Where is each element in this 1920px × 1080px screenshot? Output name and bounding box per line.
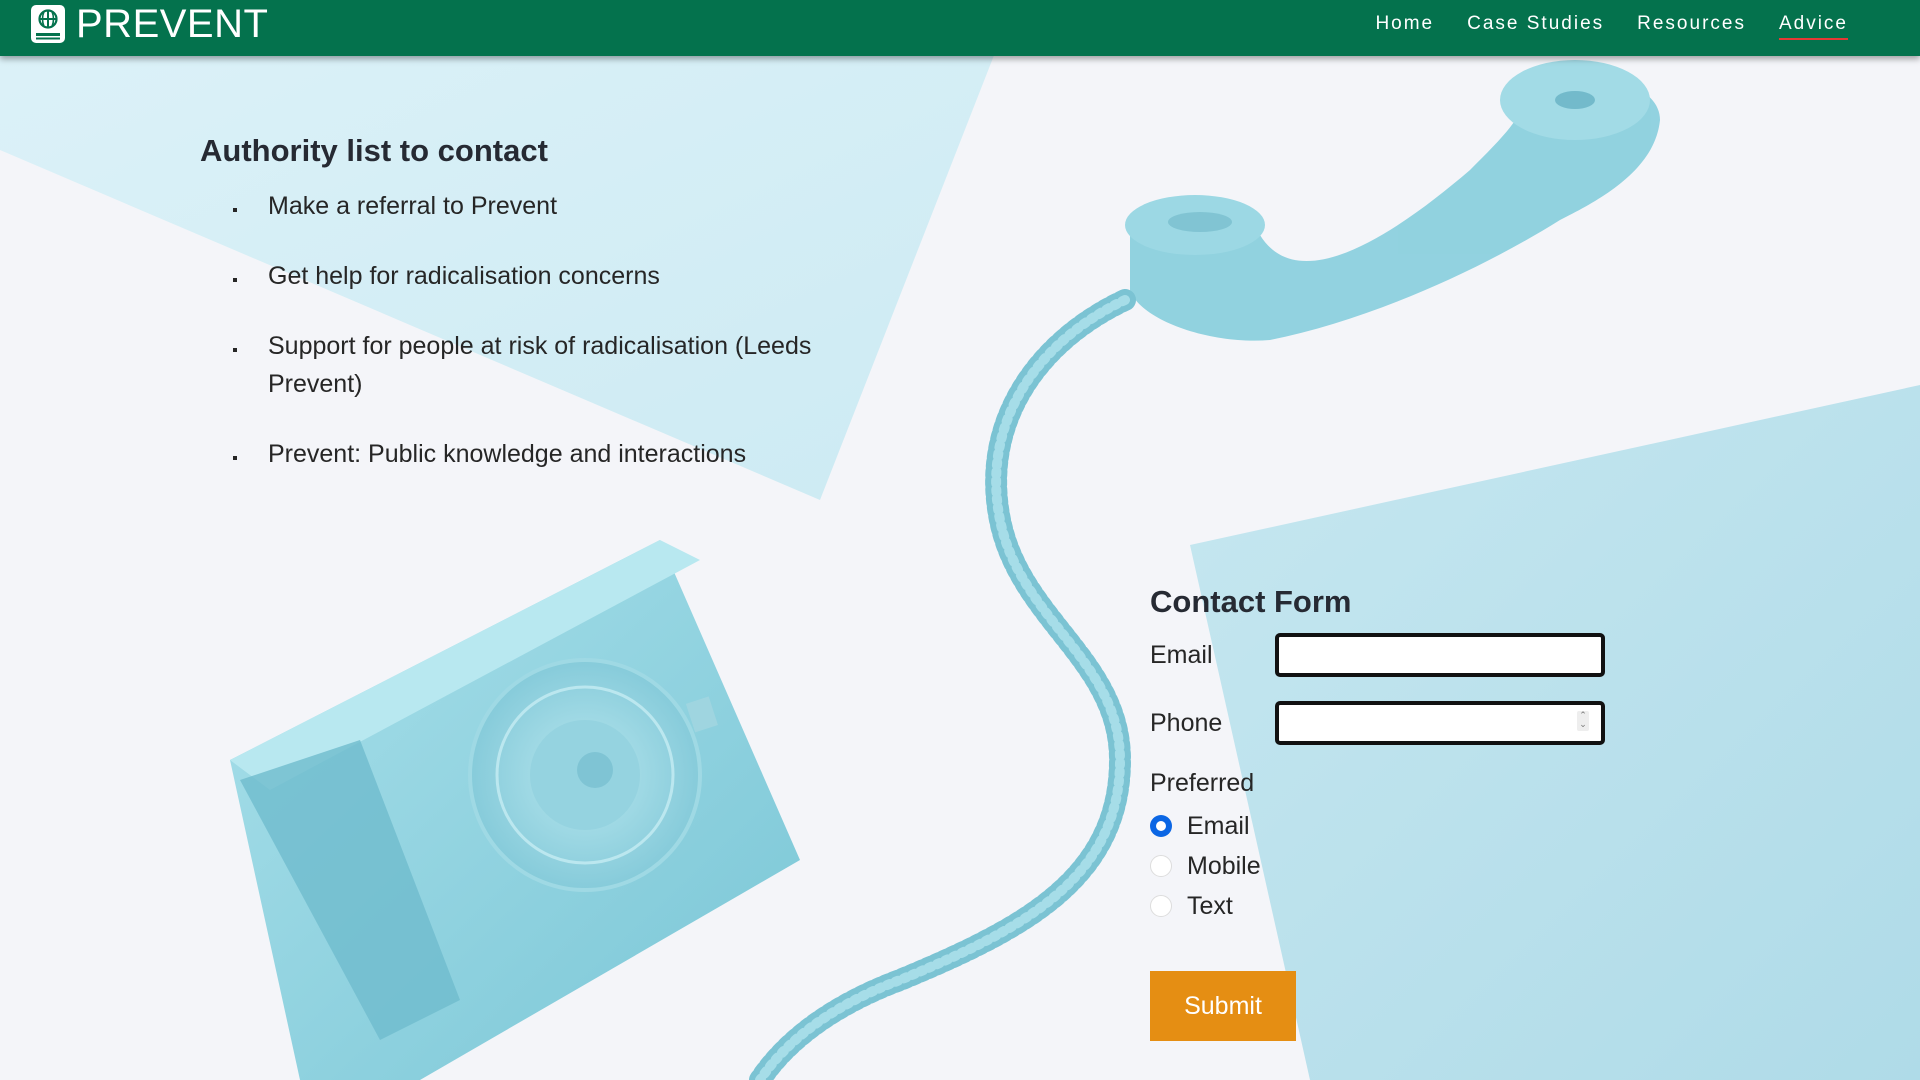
submit-button[interactable]: Submit (1150, 971, 1296, 1041)
nav-item-home: Home (1375, 13, 1434, 37)
radio-label-text: Text (1187, 891, 1233, 920)
authority-list-item[interactable]: Get help for radicalisation concerns (248, 257, 820, 295)
nav-link-case-studies[interactable]: Case Studies (1467, 13, 1604, 37)
authority-list-item[interactable]: Prevent: Public knowledge and interactio… (248, 435, 820, 473)
authority-list-item[interactable]: Make a referral to Prevent (248, 187, 820, 225)
authority-link-public-knowledge[interactable]: Prevent: Public knowledge and interactio… (268, 440, 746, 468)
top-navbar: PREVENT Home Case Studies Resources Advi… (0, 0, 1920, 56)
contact-form-title: Contact Form (1150, 584, 1352, 619)
email-field[interactable] (1275, 633, 1605, 677)
radio-label-mobile: Mobile (1187, 851, 1261, 880)
radio-option-mobile[interactable]: Mobile (1150, 846, 1630, 886)
authority-list-section: Authority list to contact Make a referra… (200, 133, 820, 505)
radio-option-email[interactable]: Email (1150, 806, 1630, 846)
authority-link-referral[interactable]: Make a referral to Prevent (268, 192, 557, 220)
nav-link-resources[interactable]: Resources (1637, 13, 1746, 37)
email-label: Email (1150, 640, 1213, 669)
nav-item-advice: Advice (1778, 13, 1849, 40)
authority-link-leeds-prevent[interactable]: Support for people at risk of radicalisa… (268, 332, 811, 398)
radio-button-mobile[interactable] (1150, 855, 1172, 877)
email-row: Email (1150, 633, 1630, 677)
nav-link-home[interactable]: Home (1375, 13, 1434, 37)
authority-list-item[interactable]: Support for people at risk of radicalisa… (248, 327, 820, 403)
radio-button-text[interactable] (1150, 895, 1172, 917)
phone-field[interactable] (1275, 701, 1605, 745)
nav-item-resources: Resources (1637, 13, 1746, 37)
brand-logo-link[interactable]: PREVENT (30, 0, 268, 48)
radio-option-text[interactable]: Text (1150, 886, 1630, 926)
main-nav: Home Case Studies Resources Advice (1375, 0, 1849, 50)
nav-item-case-studies: Case Studies (1467, 13, 1604, 37)
brand-name: PREVENT (76, 2, 269, 46)
preferred-contact-label: Preferred (1150, 769, 1255, 797)
authority-list: Make a referral to Prevent Get help for … (200, 187, 820, 473)
radio-label-email: Email (1187, 811, 1250, 840)
phone-row: Phone ⌃ ⌄ (1150, 701, 1630, 745)
globe-book-icon (31, 5, 65, 43)
nav-link-advice[interactable]: Advice (1778, 13, 1849, 40)
phone-label: Phone (1150, 708, 1223, 737)
contact-form: Contact Form Email Phone ⌃ ⌄ Preferred Em… (1150, 584, 1630, 1041)
authority-link-radicalisation-help[interactable]: Get help for radicalisation concerns (268, 262, 660, 290)
radio-button-email[interactable] (1150, 815, 1172, 837)
phone-field-wrapper: ⌃ ⌄ (1275, 701, 1605, 745)
authority-list-title: Authority list to contact (200, 133, 548, 168)
